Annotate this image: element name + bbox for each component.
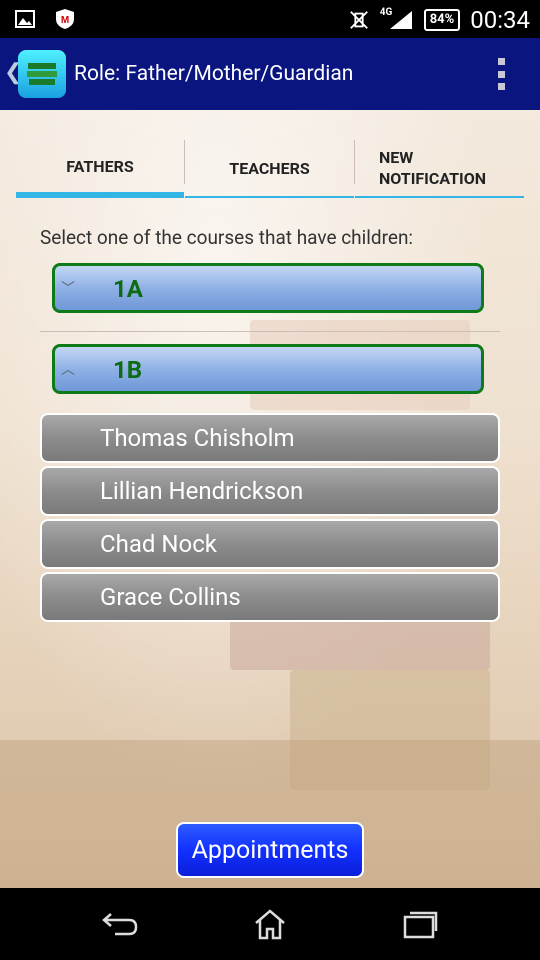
chevron-up-icon: ︿ — [61, 362, 75, 378]
child-name: Grace Collins — [100, 583, 241, 611]
course-group-1b[interactable]: ︿ 1B — [52, 344, 484, 394]
appointments-button[interactable]: Appointments — [176, 822, 364, 878]
tab-teachers[interactable]: TEACHERS — [185, 140, 354, 198]
child-item[interactable]: Chad Nock — [40, 519, 500, 569]
svg-text:M: M — [61, 15, 69, 26]
tab-bar: FATHERS TEACHERS NEW NOTIFICATION — [16, 140, 524, 198]
tab-label: FATHERS — [66, 156, 134, 176]
tab-fathers[interactable]: FATHERS — [16, 140, 184, 198]
clock: 00:34 — [470, 6, 530, 34]
back-icon[interactable] — [100, 906, 140, 942]
child-item[interactable]: Grace Collins — [40, 572, 500, 622]
child-item[interactable]: Thomas Chisholm — [40, 413, 500, 463]
course-label: 1A — [113, 275, 143, 303]
main-content: FATHERS TEACHERS NEW NOTIFICATION Select… — [0, 110, 540, 888]
child-name: Lillian Hendrickson — [100, 477, 304, 505]
mcafee-icon: M — [54, 8, 76, 30]
tab-label: TEACHERS — [229, 158, 310, 178]
home-icon[interactable] — [250, 906, 290, 942]
divider — [40, 331, 500, 332]
tab-label: NEW NOTIFICATION — [379, 148, 487, 188]
status-bar: M 4G 84% 00:34 — [0, 0, 540, 38]
course-label: 1B — [113, 356, 143, 384]
child-name: Chad Nock — [100, 530, 217, 558]
tab-new-notification[interactable]: NEW NOTIFICATION — [355, 140, 524, 198]
course-group-1a[interactable]: ﹀ 1A — [52, 263, 484, 313]
battery-indicator: 84% — [423, 9, 461, 31]
signal-4g-icon: 4G — [380, 7, 414, 31]
child-item[interactable]: Lillian Hendrickson — [40, 466, 500, 516]
chevron-down-icon: ﹀ — [61, 281, 75, 297]
app-logo-icon[interactable] — [18, 50, 66, 98]
recent-apps-icon[interactable] — [400, 906, 440, 942]
child-name: Thomas Chisholm — [100, 424, 295, 452]
overflow-menu-icon[interactable] — [498, 58, 506, 90]
screen-title: Role: Father/Mother/Guardian — [74, 62, 354, 86]
instruction-text: Select one of the courses that have chil… — [40, 226, 414, 249]
image-icon — [14, 8, 36, 30]
navigation-bar — [0, 888, 540, 960]
action-bar: ❮ Role: Father/Mother/Guardian — [0, 38, 540, 110]
vibrate-off-icon — [348, 9, 370, 31]
